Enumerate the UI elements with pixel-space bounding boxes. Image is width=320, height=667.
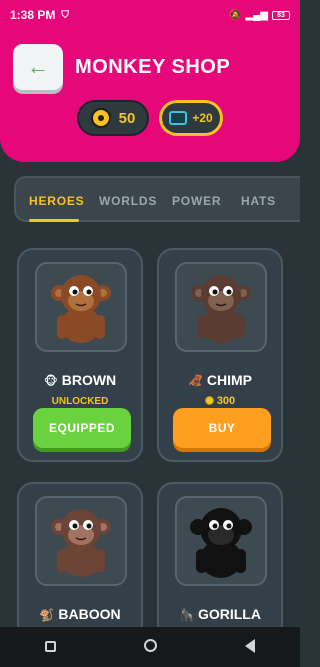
hero-image: [175, 496, 267, 586]
tab-hats[interactable]: HATS: [241, 194, 276, 208]
status-time: 1:38 PM: [10, 8, 56, 22]
hero-price: 300: [159, 395, 281, 407]
hero-name: 🐒 BABOON: [19, 606, 141, 622]
hero-image: [175, 262, 267, 352]
recents-button[interactable]: [30, 639, 70, 655]
tab-worlds[interactable]: WORLDS: [99, 194, 157, 208]
system-nav-bar: [0, 627, 300, 667]
hero-card-chimp[interactable]: 🦧 CHIMP 300 BUY: [157, 248, 283, 462]
orangutan-icon: 🦧: [187, 374, 203, 388]
hero-name-label: BABOON: [58, 606, 121, 622]
battery-icon: 83: [272, 10, 290, 20]
watch-ad-button[interactable]: +20: [159, 100, 223, 136]
hero-name-label: CHIMP: [206, 372, 253, 388]
hero-card-gorilla[interactable]: 🦍 GORILLA: [157, 482, 283, 642]
back-button[interactable]: ←: [13, 44, 63, 90]
monkey-face-icon: 🐵: [43, 374, 58, 388]
hero-name: 🦧 CHIMP: [159, 372, 281, 388]
equipped-button[interactable]: EQUIPPED: [33, 408, 131, 448]
hero-name: 🦍 GORILLA: [159, 606, 281, 622]
gorilla-icon: 🦍: [179, 608, 194, 622]
battery-level: 83: [277, 11, 285, 19]
hero-image: [35, 496, 127, 586]
coin-count: 50: [118, 109, 136, 127]
app-notification-icon: ⛉: [61, 9, 69, 21]
square-icon: [44, 641, 56, 652]
signal-icon: ▂▄▆: [245, 9, 268, 21]
page-title: MONKEY SHOP: [75, 56, 231, 78]
tab-heroes[interactable]: HEROES: [29, 194, 84, 208]
back-nav-button[interactable]: [230, 638, 270, 656]
coin-balance: 50: [77, 100, 149, 136]
mute-icon: 🔕: [229, 9, 242, 21]
active-tab-indicator: [29, 219, 79, 222]
circle-icon: [143, 639, 157, 652]
hero-name-label: BROWN: [61, 372, 117, 388]
buy-button[interactable]: BUY: [173, 408, 271, 448]
hero-card-brown[interactable]: 🐵 BROWN UNLOCKED EQUIPPED: [17, 248, 143, 462]
monkey-brown-icon: [51, 275, 111, 343]
shop-header: ← MONKEY SHOP 50 +20: [0, 30, 300, 162]
hero-status: UNLOCKED: [51, 396, 109, 407]
price-value: 300: [216, 395, 236, 407]
hero-name-label: GORILLA: [197, 606, 261, 622]
hero-card-baboon[interactable]: 🐒 BABOON: [17, 482, 143, 642]
status-icons: 🔕 ▂▄▆ 83: [229, 10, 290, 21]
monkey-gorilla-icon: [190, 508, 252, 578]
hero-image: [35, 262, 127, 352]
monkey-baboon-icon: [51, 509, 111, 577]
ad-reward-amount: +20: [192, 111, 213, 125]
home-button[interactable]: [130, 639, 170, 655]
coin-icon: [204, 396, 214, 405]
triangle-back-icon: [245, 638, 255, 653]
monkey-icon: 🐒: [39, 608, 55, 622]
coin-icon: [90, 108, 111, 128]
status-bar: 1:38 PM ⛉ 🔕 ▂▄▆ 83: [0, 0, 300, 30]
monkey-chimp-icon: [191, 275, 251, 343]
tab-power[interactable]: POWER: [172, 194, 221, 208]
arrow-left-icon: ←: [27, 54, 49, 79]
tv-icon: [169, 111, 188, 125]
hero-name: 🐵 BROWN: [19, 372, 141, 388]
shop-tabs: HEROES WORLDS POWER HATS: [14, 176, 300, 222]
